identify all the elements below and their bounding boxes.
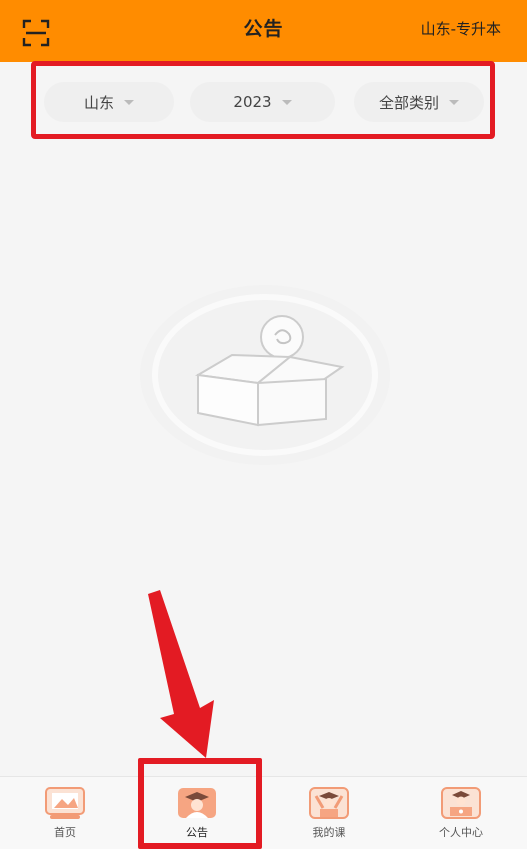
category-filter-label: 全部类别 (378, 93, 439, 112)
tab-profile[interactable]: 个人中心 (411, 786, 511, 846)
province-filter-label: 山东 (83, 93, 114, 112)
tab-home-label: 首页 (54, 826, 76, 839)
tab-announcements[interactable]: 公告 (147, 786, 247, 846)
graduate-icon (178, 788, 216, 818)
chevron-down-icon (124, 99, 134, 105)
red-arrow-annotation (148, 590, 214, 758)
province-filter[interactable]: 山东 (44, 82, 174, 122)
year-filter-label: 2023 (233, 93, 272, 111)
tab-announcements-label: 公告 (186, 826, 208, 839)
tab-my-courses-label: 我的课 (312, 826, 346, 839)
home-icon (45, 787, 85, 819)
chevron-down-icon (449, 99, 459, 105)
tab-home[interactable]: 首页 (15, 786, 115, 846)
tab-my-courses[interactable]: 我的课 (279, 786, 379, 846)
header-bar: 公告 山东-专升本 (0, 0, 527, 62)
empty-box-icon (140, 285, 390, 465)
user-laptop-icon (441, 787, 481, 819)
category-filter[interactable]: 全部类别 (354, 82, 484, 122)
student-cheer-icon (309, 787, 349, 819)
year-filter[interactable]: 2023 (190, 82, 335, 122)
region-selector[interactable]: 山东-专升本 (421, 18, 501, 39)
tab-profile-label: 个人中心 (439, 826, 483, 839)
chevron-down-icon (281, 99, 292, 105)
